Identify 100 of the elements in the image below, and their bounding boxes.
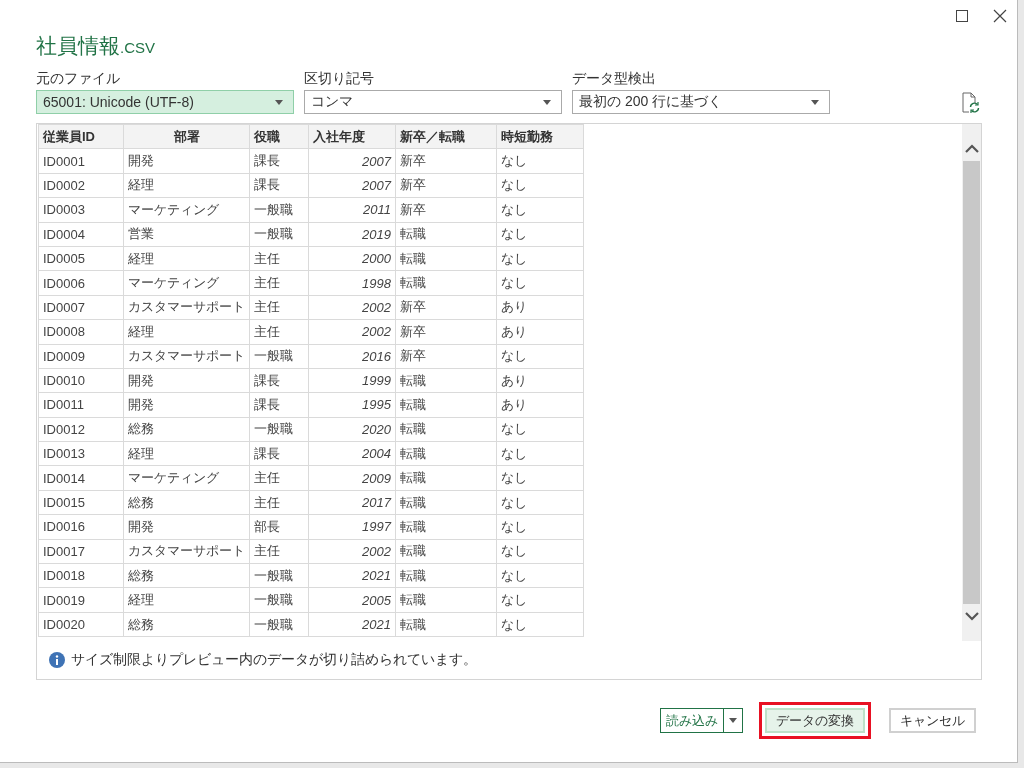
table-cell: なし	[496, 344, 584, 369]
table-cell: ID0001	[38, 148, 124, 174]
table-cell: 新卒	[395, 295, 497, 320]
table-cell: 新卒	[395, 197, 497, 223]
table-cell: 転職	[395, 222, 497, 247]
table-cell: マーケティング	[123, 270, 250, 296]
close-icon[interactable]	[993, 9, 1007, 23]
table-cell: あり	[496, 392, 584, 418]
table-cell: 2002	[308, 295, 396, 320]
table-cell: カスタマーサポート	[123, 344, 250, 369]
table-cell: 一般職	[249, 563, 309, 588]
table-cell: 転職	[395, 392, 497, 418]
dialog-button[interactable]: キャンセル	[889, 708, 976, 733]
table-cell: 2009	[308, 465, 396, 491]
table-cell: ID0005	[38, 246, 124, 271]
table-cell: なし	[496, 587, 584, 613]
table-cell: あり	[496, 319, 584, 344]
table-cell: 2020	[308, 417, 396, 442]
table-cell: 新卒	[395, 148, 497, 174]
table-cell: 総務	[123, 612, 250, 637]
table-cell: なし	[496, 197, 584, 223]
table-cell: ID0011	[38, 392, 124, 418]
table-cell: なし	[496, 490, 584, 515]
maximize-icon[interactable]	[955, 9, 969, 23]
table-cell: 一般職	[249, 417, 309, 442]
caret-icon	[275, 99, 283, 105]
table-cell: 転職	[395, 539, 497, 564]
table-cell: 経理	[123, 441, 250, 466]
option-label: 元のファイル	[36, 70, 121, 86]
scroll-down-icon[interactable]	[964, 612, 979, 621]
table-cell: 1998	[308, 270, 396, 296]
column-header: 従業員ID	[38, 124, 124, 149]
table-cell: 1997	[308, 514, 396, 540]
table-cell: 新卒	[395, 173, 497, 198]
table-cell: 2021	[308, 612, 396, 637]
table-cell: 新卒	[395, 344, 497, 369]
table-cell: 部長	[249, 514, 309, 540]
table-cell: 開発	[123, 368, 250, 393]
dropdown[interactable]: 65001: Unicode (UTF-8)	[36, 90, 294, 114]
table-cell: なし	[496, 539, 584, 564]
table-cell: 転職	[395, 246, 497, 271]
table-cell: 転職	[395, 514, 497, 540]
table-cell: 1995	[308, 392, 396, 418]
dialog-button[interactable]: データの変換	[765, 708, 865, 733]
table-cell: マーケティング	[123, 465, 250, 491]
table-cell: 主任	[249, 246, 309, 271]
table-cell: 主任	[249, 319, 309, 344]
table-cell: ID0014	[38, 465, 124, 491]
table-cell: ID0013	[38, 441, 124, 466]
table-cell: マーケティング	[123, 197, 250, 223]
table-cell: 2019	[308, 222, 396, 247]
caret-icon	[811, 99, 819, 105]
table-cell: 主任	[249, 465, 309, 491]
table-cell: 主任	[249, 295, 309, 320]
table-cell: ID0017	[38, 539, 124, 564]
caret-icon	[729, 718, 737, 723]
scrollbar[interactable]	[962, 124, 981, 641]
table-cell: ID0002	[38, 173, 124, 198]
dropdown[interactable]: 最初の 200 行に基づく	[572, 90, 830, 114]
table-cell: 2002	[308, 319, 396, 344]
table-cell: なし	[496, 612, 584, 637]
table-cell: なし	[496, 514, 584, 540]
table-cell: 転職	[395, 270, 497, 296]
table-cell: 主任	[249, 539, 309, 564]
option-label: データ型検出	[572, 70, 657, 86]
table-cell: ID0008	[38, 319, 124, 344]
table-cell: 転職	[395, 368, 497, 393]
table-cell: ID0020	[38, 612, 124, 637]
table-cell: 開発	[123, 514, 250, 540]
table-cell: 課長	[249, 368, 309, 393]
file-refresh-icon[interactable]	[960, 92, 980, 114]
table-cell: 経理	[123, 587, 250, 613]
table-cell: 一般職	[249, 612, 309, 637]
table-cell: ID0012	[38, 417, 124, 442]
window-title: 社員情報.CSV	[36, 33, 156, 59]
table-cell: 2016	[308, 344, 396, 369]
table-cell: なし	[496, 173, 584, 198]
table-cell: 一般職	[249, 587, 309, 613]
table-cell: なし	[496, 441, 584, 466]
option-label: 区切り記号	[304, 70, 375, 86]
table-cell: ID0019	[38, 587, 124, 613]
column-header: 新卒／転職	[395, 124, 497, 149]
table-cell: なし	[496, 563, 584, 588]
table-cell: ID0018	[38, 563, 124, 588]
table-cell: 2000	[308, 246, 396, 271]
scroll-thumb[interactable]	[963, 161, 980, 604]
table-cell: なし	[496, 417, 584, 442]
table-cell: 転職	[395, 441, 497, 466]
table-cell: ID0016	[38, 514, 124, 540]
table-cell: ID0010	[38, 368, 124, 393]
scroll-up-icon[interactable]	[964, 144, 979, 153]
table-cell: 一般職	[249, 344, 309, 369]
table-cell: 2021	[308, 563, 396, 588]
table-cell: ID0004	[38, 222, 124, 247]
table-cell: ID0003	[38, 197, 124, 223]
dropdown[interactable]: コンマ	[304, 90, 562, 114]
table-cell: ID0009	[38, 344, 124, 369]
table-cell: 2011	[308, 197, 396, 223]
table-cell: あり	[496, 368, 584, 393]
table-cell: 2005	[308, 587, 396, 613]
